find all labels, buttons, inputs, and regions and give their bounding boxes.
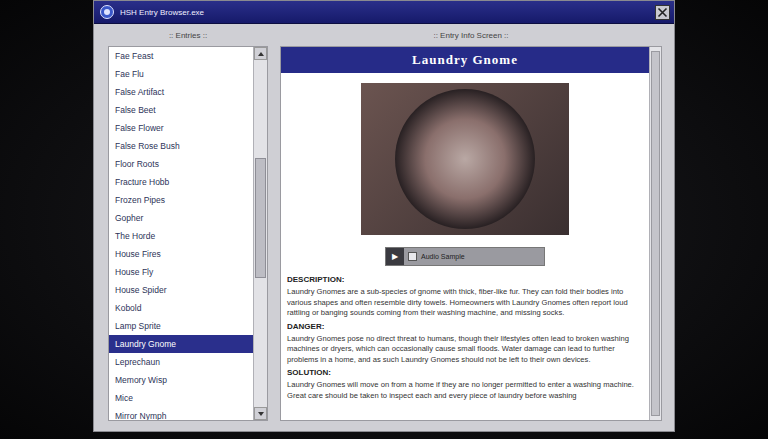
entry-item[interactable]: Frozen Pipes <box>109 191 253 209</box>
screen: HSH Entry Browser.exe:: Entries :::: Ent… <box>0 0 768 439</box>
down-arrow-icon <box>258 412 264 416</box>
info-scroll-thumb[interactable] <box>651 51 660 416</box>
info-section: DANGER:Laundry Gnomes pose no direct thr… <box>287 319 643 366</box>
scroll-thumb[interactable] <box>255 158 266 278</box>
entry-photo <box>361 83 569 235</box>
info-content: Laundry Gnome▶Audio SampleDESCRIPTION:La… <box>281 47 649 420</box>
entries-panel: Fae FeastFae FluFalse ArtifactFalse Beet… <box>108 46 268 421</box>
section-text: Laundry Gnomes will move on from a home … <box>287 380 643 401</box>
audio-box-icon <box>408 252 417 261</box>
entry-item[interactable]: House Fires <box>109 245 253 263</box>
section-text: Laundry Gnomes pose no direct threat to … <box>287 334 643 366</box>
entry-item[interactable]: Kobold <box>109 299 253 317</box>
entry-item[interactable]: Gopher <box>109 209 253 227</box>
info-scrollbar[interactable] <box>649 47 661 420</box>
info-header: :: Entry Info Screen :: <box>280 24 662 46</box>
entry-item[interactable]: House Fly <box>109 263 253 281</box>
entry-item[interactable]: Leprechaun <box>109 353 253 371</box>
entry-item[interactable]: False Artifact <box>109 83 253 101</box>
audio-track[interactable]: Audio Sample <box>404 248 544 265</box>
info-panel: Laundry Gnome▶Audio SampleDESCRIPTION:La… <box>280 46 662 421</box>
browser-window: HSH Entry Browser.exe:: Entries :::: Ent… <box>93 0 675 432</box>
audio-label: Audio Sample <box>421 253 465 260</box>
entry-title: Laundry Gnome <box>281 47 649 73</box>
scroll-up-button[interactable] <box>254 47 267 60</box>
info-section: DESCRIPTION:Laundry Gnomes are a sub-spe… <box>287 272 643 319</box>
info-section: SOLUTION:Laundry Gnomes will move on fro… <box>287 365 643 401</box>
entries-list: Fae FeastFae FluFalse ArtifactFalse Beet… <box>109 47 253 420</box>
app-icon <box>100 5 114 19</box>
entry-item[interactable]: Mice <box>109 389 253 407</box>
entries-scrollbar[interactable] <box>253 47 267 420</box>
entry-item[interactable]: Mirror Nymph <box>109 407 253 420</box>
section-heading: DANGER: <box>287 322 643 334</box>
title-bar[interactable]: HSH Entry Browser.exe <box>94 1 674 24</box>
audio-player: ▶ Audio Sample <box>385 247 545 266</box>
entry-item[interactable]: House Spider <box>109 281 253 299</box>
scroll-track[interactable] <box>254 60 267 407</box>
entry-item[interactable]: False Rose Bush <box>109 137 253 155</box>
entry-item[interactable]: Memory Wisp <box>109 371 253 389</box>
section-heading: SOLUTION: <box>287 368 643 380</box>
entry-item[interactable]: Fae Flu <box>109 65 253 83</box>
entry-item[interactable]: False Flower <box>109 119 253 137</box>
entry-item[interactable]: Fracture Hobb <box>109 173 253 191</box>
entries-header: :: Entries :: <box>108 24 268 46</box>
up-arrow-icon <box>258 52 264 56</box>
play-button[interactable]: ▶ <box>386 248 404 265</box>
entry-item[interactable]: Laundry Gnome <box>109 335 253 353</box>
scroll-down-button[interactable] <box>254 407 267 420</box>
entry-item[interactable]: Floor Roots <box>109 155 253 173</box>
section-heading: DESCRIPTION: <box>287 275 643 287</box>
window-body: :: Entries :::: Entry Info Screen ::Fae … <box>94 24 674 431</box>
section-text: Laundry Gnomes are a sub-species of gnom… <box>287 287 643 319</box>
window-title: HSH Entry Browser.exe <box>120 8 649 17</box>
close-icon[interactable] <box>655 5 670 20</box>
entry-item[interactable]: Fae Feast <box>109 47 253 65</box>
entry-item[interactable]: Lamp Sprite <box>109 317 253 335</box>
entry-item[interactable]: False Beet <box>109 101 253 119</box>
entry-item[interactable]: The Horde <box>109 227 253 245</box>
